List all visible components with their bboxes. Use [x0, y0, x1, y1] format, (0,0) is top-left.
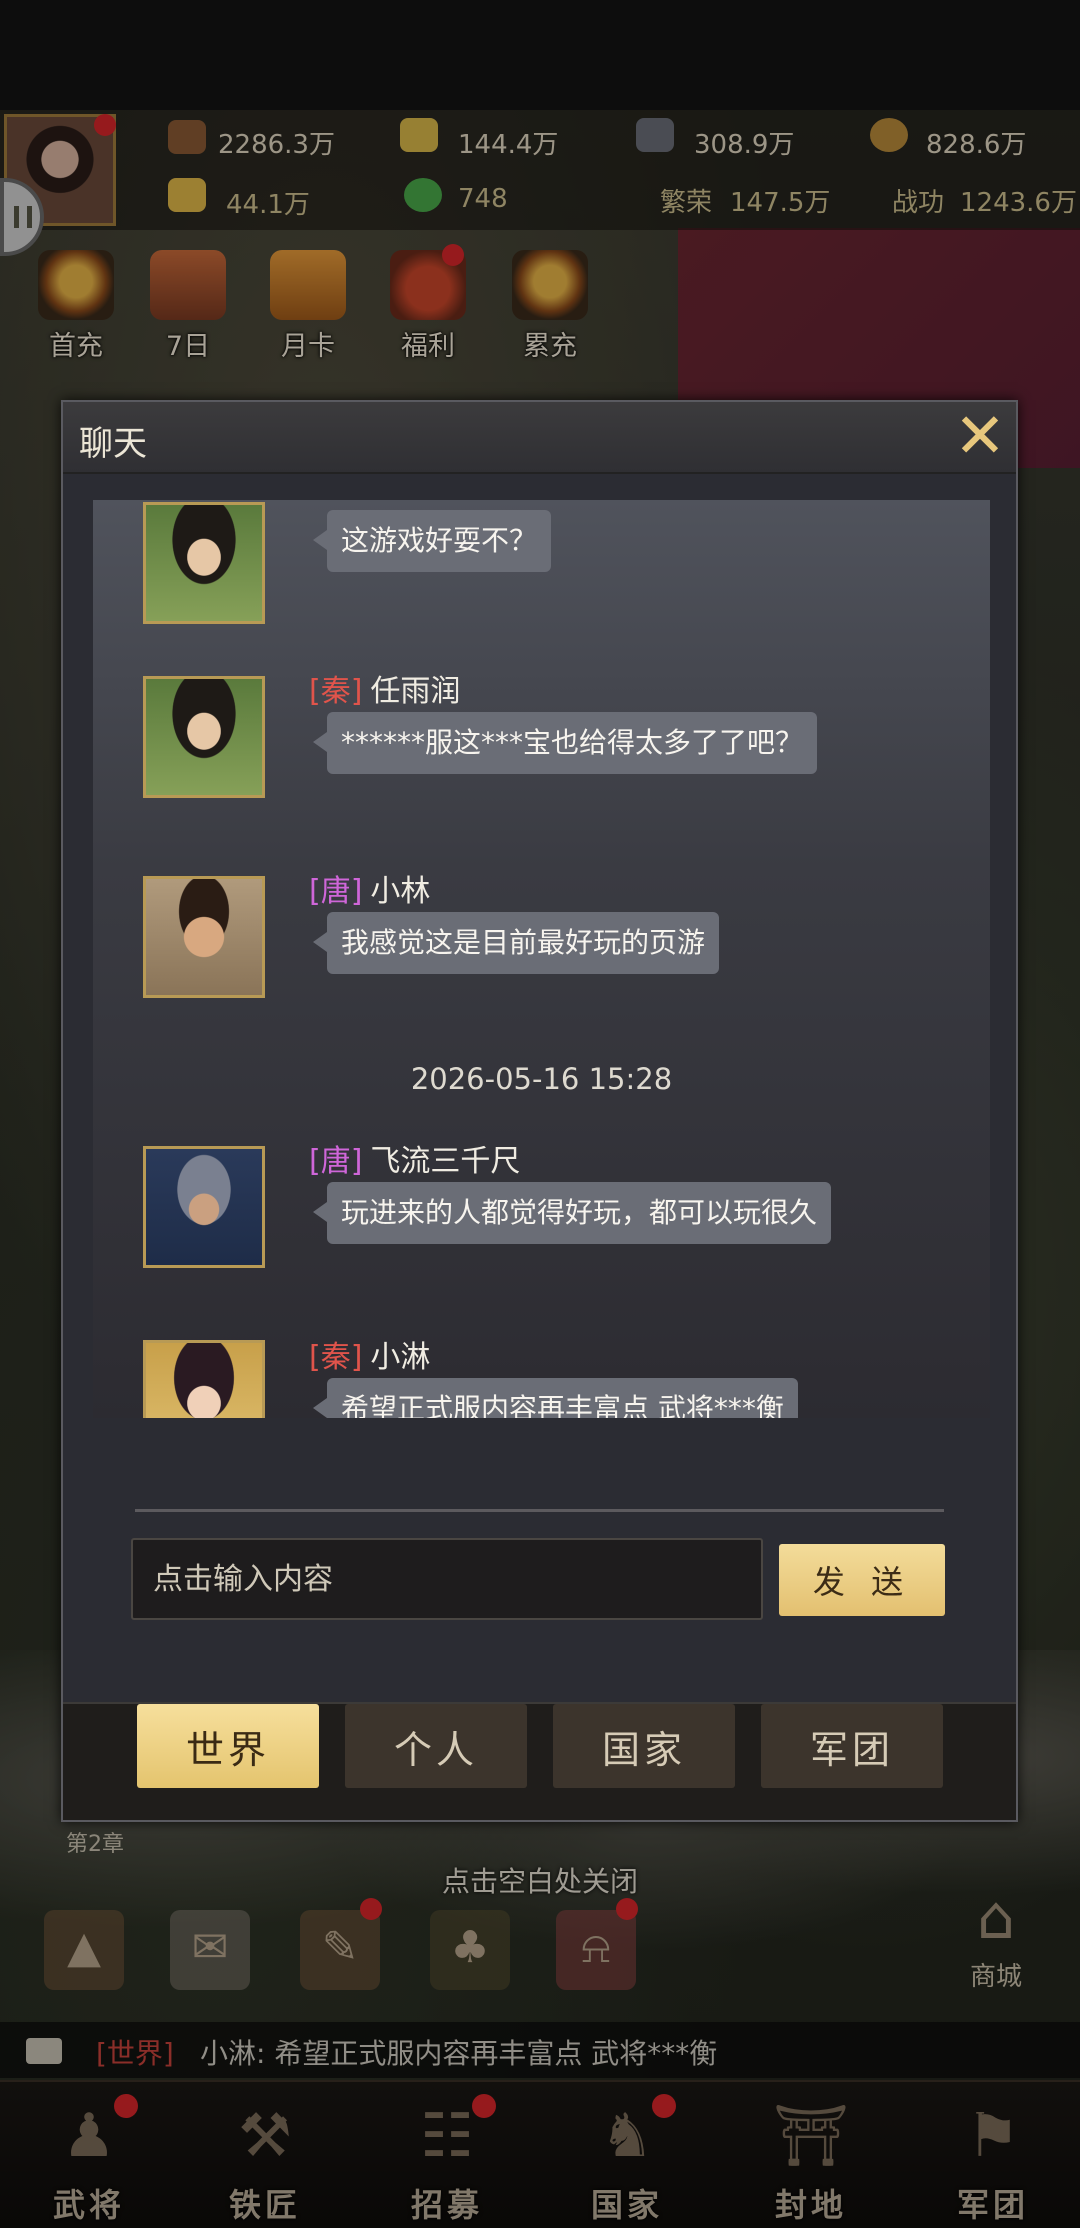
- young-man-portrait[interactable]: [143, 876, 265, 998]
- input-divider: [135, 1509, 944, 1512]
- message-text: 我感觉这是目前最好玩的页游: [312, 912, 720, 974]
- dialog-header: 聊天 ✕: [63, 402, 1016, 474]
- tab-world[interactable]: 世界: [137, 1704, 319, 1788]
- sender-line: [秦] 任雨润: [309, 666, 460, 710]
- sender-line: [秦] 小淋: [309, 1332, 430, 1376]
- sender-line: [唐] 小林: [309, 866, 430, 910]
- chat-input[interactable]: [133, 1540, 761, 1618]
- message-list[interactable]: 这游戏好耍不？ [秦] 任雨润 ******服这***宝也给得太多了了吧？ [唐]…: [93, 500, 990, 1418]
- message-text: ******服这***宝也给得太多了了吧？: [312, 712, 818, 774]
- message-text: 这游戏好耍不？: [312, 510, 552, 572]
- sender-name[interactable]: 任雨润: [370, 674, 460, 709]
- tab-legion[interactable]: 军团: [761, 1704, 943, 1788]
- green-robed-general-portrait[interactable]: [143, 676, 265, 798]
- sender-name[interactable]: 飞流三千尺: [370, 1144, 520, 1179]
- dialog-title: 聊天: [79, 424, 147, 464]
- message-timestamp: 2026-05-16 15:28: [410, 1062, 673, 1096]
- sender-nation: [秦]: [309, 674, 363, 709]
- sender-nation: [秦]: [309, 1340, 363, 1375]
- helmeted-soldier-portrait[interactable]: [143, 1146, 265, 1268]
- sender-name[interactable]: 小淋: [370, 1340, 430, 1375]
- green-robed-general-portrait[interactable]: [143, 502, 265, 624]
- close-icon[interactable]: ✕: [949, 405, 1011, 468]
- tab-nation[interactable]: 国家: [553, 1704, 735, 1788]
- noble-lady-portrait[interactable]: [143, 1340, 265, 1418]
- chat-input-box[interactable]: [131, 1538, 763, 1620]
- sender-nation: [唐]: [309, 874, 363, 909]
- send-button[interactable]: 发 送: [779, 1544, 945, 1616]
- tab-personal[interactable]: 个人: [345, 1704, 527, 1788]
- sender-line: [唐] 飞流三千尺: [309, 1136, 520, 1180]
- message-text: 希望正式服内容再丰富点 武将***衡: [313, 1378, 798, 1418]
- sender-name[interactable]: 小林: [370, 874, 430, 909]
- message-text: 玩进来的人都觉得好玩，都可以玩很久: [312, 1182, 832, 1244]
- sender-nation: [唐]: [309, 1144, 363, 1179]
- chat-dialog: 聊天 ✕ 这游戏好耍不？ [秦] 任雨润 ******服这***宝也给得太多了了吧…: [61, 400, 1018, 1822]
